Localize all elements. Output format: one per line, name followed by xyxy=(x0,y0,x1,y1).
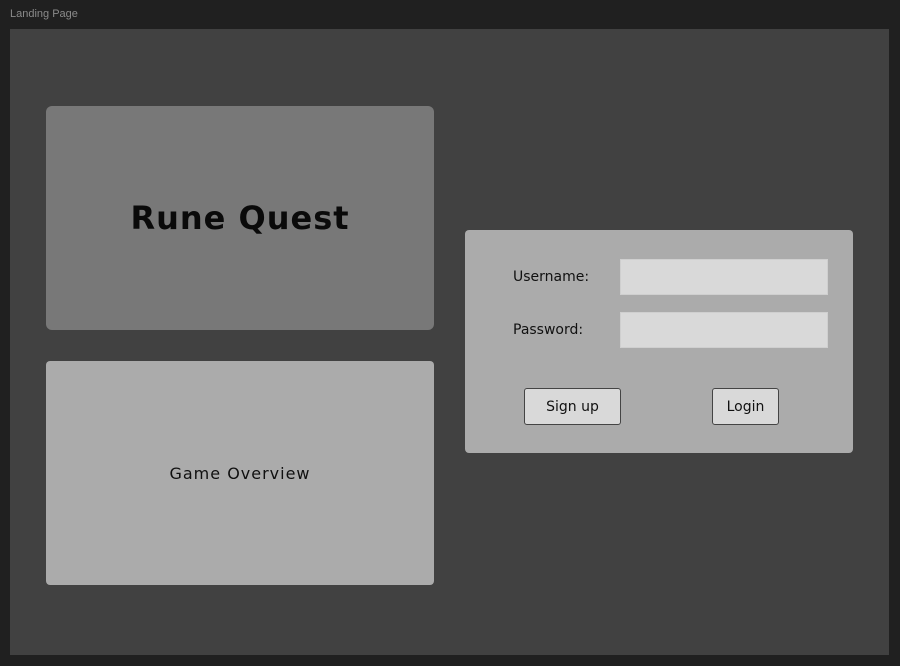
game-title-card: Rune Quest xyxy=(46,106,434,330)
password-input[interactable] xyxy=(620,312,828,348)
password-label: Password: xyxy=(513,322,584,338)
username-label: Username: xyxy=(513,269,590,285)
game-overview-label: Game Overview xyxy=(169,463,311,483)
game-overview-card[interactable]: Game Overview xyxy=(46,361,434,585)
game-title: Rune Quest xyxy=(130,199,350,237)
sign-up-button[interactable]: Sign up xyxy=(524,388,621,425)
login-panel: Username: Password: Sign up Login xyxy=(465,230,853,453)
landing-page-frame: Rune Quest Game Overview Username: Passw… xyxy=(10,29,889,655)
login-button[interactable]: Login xyxy=(712,388,779,425)
username-input[interactable] xyxy=(620,259,828,295)
window-title: Landing Page xyxy=(10,8,78,20)
